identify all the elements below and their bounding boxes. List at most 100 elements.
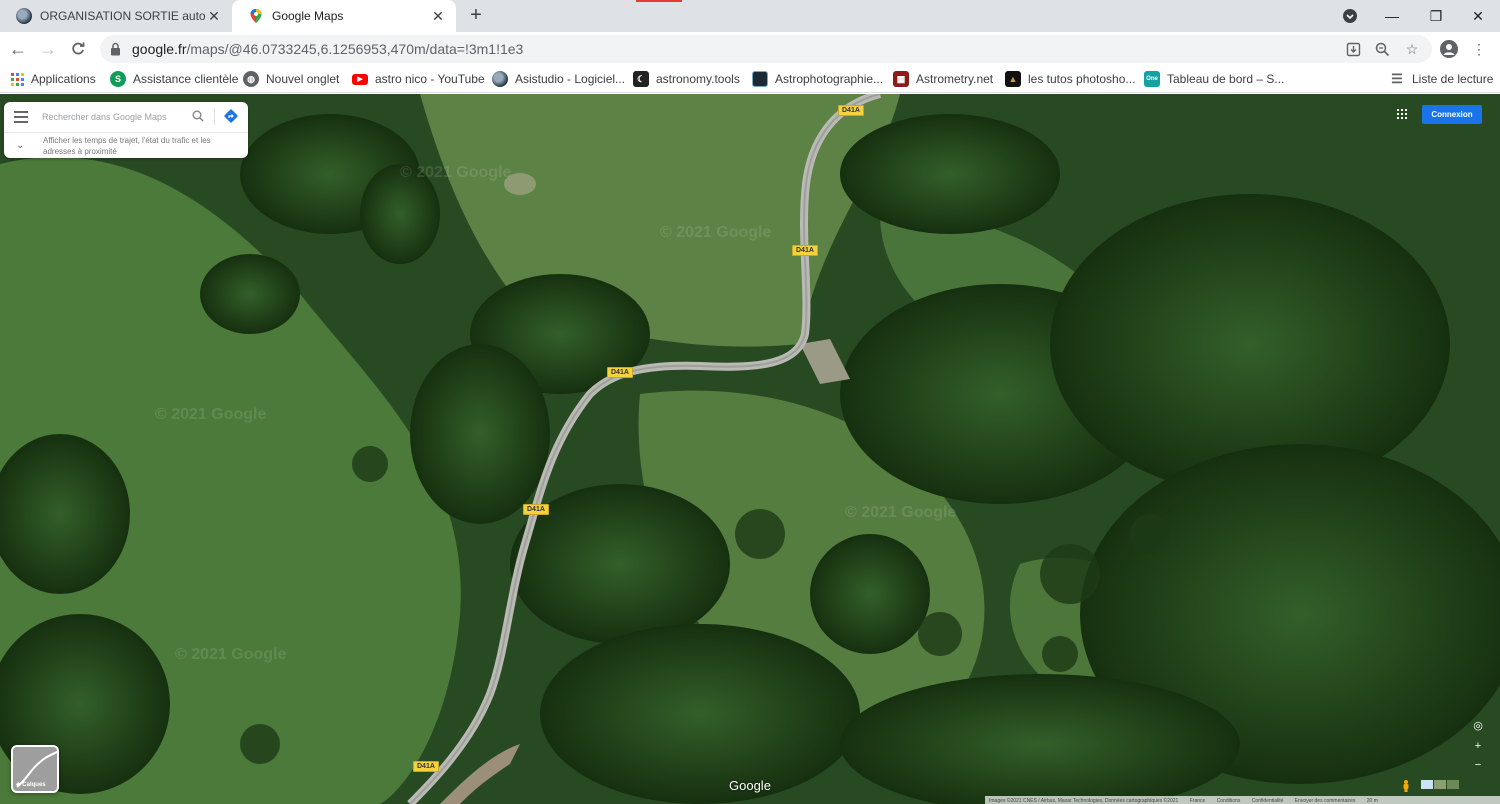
- pegman-icon[interactable]: [1402, 779, 1410, 792]
- search-icon[interactable]: [192, 110, 206, 124]
- map-watermark: © 2021 Google: [845, 504, 957, 521]
- map-watermark: © 2021 Google: [660, 224, 772, 241]
- close-tab-icon[interactable]: ✕: [206, 8, 222, 24]
- close-tab-icon[interactable]: ✕: [430, 8, 446, 24]
- s-icon: S: [110, 71, 126, 87]
- bookmark-tableau-de-bord[interactable]: One Tableau de bord – S...: [1144, 70, 1284, 88]
- install-app-icon[interactable]: [1344, 40, 1362, 58]
- tab-strip: ORGANISATION SORTIE autour d ✕ Google Ma…: [0, 0, 1500, 32]
- bookmark-label: Assistance clientèle: [133, 72, 239, 86]
- road-label: D41A: [607, 367, 633, 378]
- bookmark-youtube[interactable]: ▶ astro nico - YouTube: [352, 70, 485, 88]
- bookmark-star-icon[interactable]: ☆: [1403, 40, 1421, 58]
- astro-icon: [752, 71, 768, 87]
- bookmark-label: Asistudio - Logiciel...: [515, 72, 626, 86]
- layers-label: Calques: [22, 781, 46, 788]
- moon-icon: ☾: [633, 71, 649, 87]
- profile-avatar-icon[interactable]: [1440, 40, 1458, 58]
- tab-title: Google Maps: [272, 9, 344, 23]
- map-watermark: © 2021 Google: [175, 646, 287, 663]
- layers-button[interactable]: ◈ Calques: [11, 745, 59, 793]
- google-apps-icon[interactable]: [1397, 109, 1407, 119]
- map-watermark: © 2021 Google: [155, 406, 267, 423]
- url-text: google.fr/maps/@46.0733245,6.1256953,470…: [132, 41, 524, 57]
- tutos-icon: ▲: [1005, 71, 1021, 87]
- map-watermark: © 2021 Google: [400, 164, 512, 181]
- road-label: D41A: [792, 245, 818, 256]
- footer-privacy[interactable]: Confidentialité: [1252, 798, 1284, 804]
- reading-list-label: Liste de lecture: [1412, 72, 1494, 86]
- map-footer: Images ©2021 CNES / Airbus, Maxar Techno…: [985, 796, 1500, 804]
- forward-button[interactable]: →: [36, 37, 60, 61]
- thumbnail[interactable]: [1447, 780, 1459, 789]
- signin-button[interactable]: Connexion: [1422, 105, 1482, 124]
- tab-organisation[interactable]: ORGANISATION SORTIE autour d ✕: [0, 0, 232, 32]
- chevron-down-icon[interactable]: ⌄: [16, 140, 26, 151]
- bookmark-label: Applications: [31, 72, 96, 86]
- bookmark-nouvel-onglet[interactable]: ◍ Nouvel onglet: [243, 70, 339, 88]
- bookmark-assistance[interactable]: S Assistance clientèle: [110, 70, 238, 88]
- bookmark-astrometry[interactable]: ▦ Astrometry.net: [893, 70, 993, 88]
- tab-search-icon[interactable]: [1328, 0, 1372, 32]
- search-divider: [214, 109, 215, 125]
- bookmark-label: astronomy.tools: [656, 72, 740, 86]
- globe-icon: ◍: [243, 71, 259, 87]
- reload-button[interactable]: [66, 37, 90, 61]
- lock-icon: [111, 42, 120, 56]
- footer-terms[interactable]: Conditions: [1217, 798, 1241, 804]
- bookmark-tutos[interactable]: ▲ les tutos photosho...: [1005, 70, 1135, 88]
- bookmarks-bar: Applications S Assistance clientèle ◍ No…: [0, 66, 1500, 93]
- road-label: D41A: [413, 761, 439, 772]
- footer-country[interactable]: France: [1190, 798, 1206, 804]
- bookmark-label: Tableau de bord – S...: [1167, 72, 1285, 86]
- footer-feedback[interactable]: Envoyer des commentaires: [1295, 798, 1356, 804]
- reading-list-icon: ☰: [1391, 71, 1403, 86]
- bookmark-label: Astrometry.net: [916, 72, 994, 86]
- bookmark-label: les tutos photosho...: [1028, 72, 1136, 86]
- apps-grid-icon: [11, 72, 24, 86]
- thumbnail[interactable]: [1421, 780, 1433, 789]
- scale-label[interactable]: 20 m: [1367, 798, 1378, 804]
- imagery-thumbnails[interactable]: [1421, 780, 1459, 789]
- record-indicator: [636, 0, 682, 2]
- tab-google-maps[interactable]: Google Maps ✕: [232, 0, 456, 32]
- my-location-icon[interactable]: ◎: [1470, 717, 1486, 733]
- google-logo: Google: [729, 778, 771, 793]
- reading-list-button[interactable]: ☰ Liste de lecture: [1389, 70, 1493, 88]
- satellite-imagery: [0, 94, 1500, 804]
- menu-kebab-icon[interactable]: ⋮: [1470, 40, 1488, 58]
- menu-hamburger-icon[interactable]: [14, 111, 28, 123]
- panel-divider: [4, 132, 248, 133]
- address-bar[interactable]: google.fr/maps/@46.0733245,6.1256953,470…: [100, 35, 1432, 63]
- road-label: D41A: [838, 105, 864, 116]
- bookmark-label: Nouvel onglet: [266, 72, 340, 86]
- imagery-credits: Images ©2021 CNES / Airbus, Maxar Techno…: [989, 798, 1179, 804]
- browser-toolbar: ← → google.fr/maps/@46.0733245,6.1256953…: [0, 32, 1500, 66]
- one-icon: One: [1144, 71, 1160, 87]
- bookmark-asistudio[interactable]: Asistudio - Logiciel...: [492, 70, 625, 88]
- road-label: D41A: [523, 504, 549, 515]
- asistudio-favicon-icon: [16, 8, 32, 24]
- restore-icon[interactable]: ❐: [1414, 0, 1458, 32]
- zoom-icon[interactable]: [1373, 40, 1391, 58]
- thumbnail[interactable]: [1434, 780, 1446, 789]
- traffic-hint-text[interactable]: Afficher les temps de trajet, l'état du …: [43, 135, 243, 157]
- bookmark-astrophotographie[interactable]: Astrophotographie...: [752, 70, 883, 88]
- bookmark-astronomy-tools[interactable]: ☾ astronomy.tools: [633, 70, 740, 88]
- youtube-icon: ▶: [352, 73, 368, 85]
- asistudio-icon: [492, 71, 508, 87]
- new-tab-button[interactable]: +: [464, 4, 488, 28]
- directions-icon[interactable]: [223, 108, 239, 124]
- back-button[interactable]: ←: [6, 37, 30, 61]
- maps-search-input[interactable]: [42, 108, 188, 126]
- minimize-icon[interactable]: —: [1370, 0, 1414, 32]
- zoom-out-button[interactable]: −: [1470, 757, 1486, 773]
- tab-title: ORGANISATION SORTIE autour d: [40, 9, 206, 23]
- satellite-map[interactable]: © 2021 Google © 2021 Google © 2021 Googl…: [0, 94, 1500, 804]
- bookmark-applications[interactable]: Applications: [11, 70, 96, 88]
- google-maps-favicon-icon: [248, 8, 264, 24]
- bookmark-label: astro nico - YouTube: [375, 72, 485, 86]
- zoom-in-button[interactable]: +: [1470, 738, 1486, 754]
- bookmark-label: Astrophotographie...: [775, 72, 884, 86]
- close-window-icon[interactable]: ✕: [1456, 0, 1500, 32]
